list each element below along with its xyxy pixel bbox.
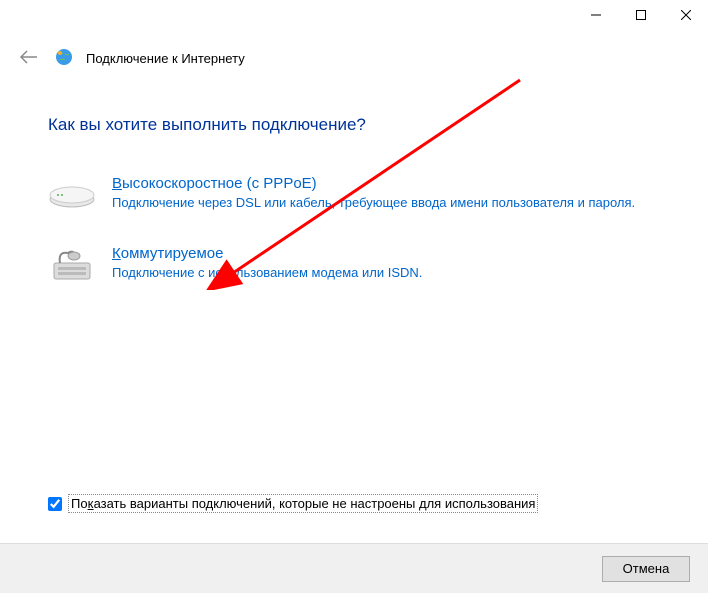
close-button[interactable] <box>663 0 708 30</box>
show-all-options-checkbox[interactable] <box>48 497 62 511</box>
dialup-modem-icon <box>48 245 96 285</box>
option-broadband-title: Высокоскоростное (с PPPoE) <box>112 175 648 192</box>
header: Подключение к Интернету <box>0 32 708 77</box>
show-all-options-row[interactable]: Показать варианты подключений, которые н… <box>48 494 538 513</box>
minimize-button[interactable] <box>573 0 618 30</box>
option-dialup-title: Коммутируемое <box>112 245 648 262</box>
cancel-button[interactable]: Отмена <box>602 556 690 582</box>
titlebar <box>0 0 708 32</box>
page-heading: Как вы хотите выполнить подключение? <box>48 115 660 135</box>
maximize-button[interactable] <box>618 0 663 30</box>
window-title: Подключение к Интернету <box>86 51 245 66</box>
bottom-bar: Отмена <box>0 543 708 593</box>
modem-icon <box>48 175 96 215</box>
show-all-options-label[interactable]: Показать варианты подключений, которые н… <box>68 494 538 513</box>
option-dialup-text: Коммутируемое Подключение с использовани… <box>112 245 648 285</box>
option-dialup[interactable]: Коммутируемое Подключение с использовани… <box>48 245 648 285</box>
back-arrow-icon[interactable] <box>16 44 42 73</box>
option-broadband-text: Высокоскоростное (с PPPoE) Подключение ч… <box>112 175 648 215</box>
option-broadband[interactable]: Высокоскоростное (с PPPoE) Подключение ч… <box>48 175 648 215</box>
globe-icon <box>54 47 74 70</box>
content-area: Как вы хотите выполнить подключение? Выс… <box>0 77 708 285</box>
option-dialup-desc: Подключение с использованием модема или … <box>112 264 648 282</box>
option-broadband-desc: Подключение через DSL или кабель, требую… <box>112 194 648 212</box>
